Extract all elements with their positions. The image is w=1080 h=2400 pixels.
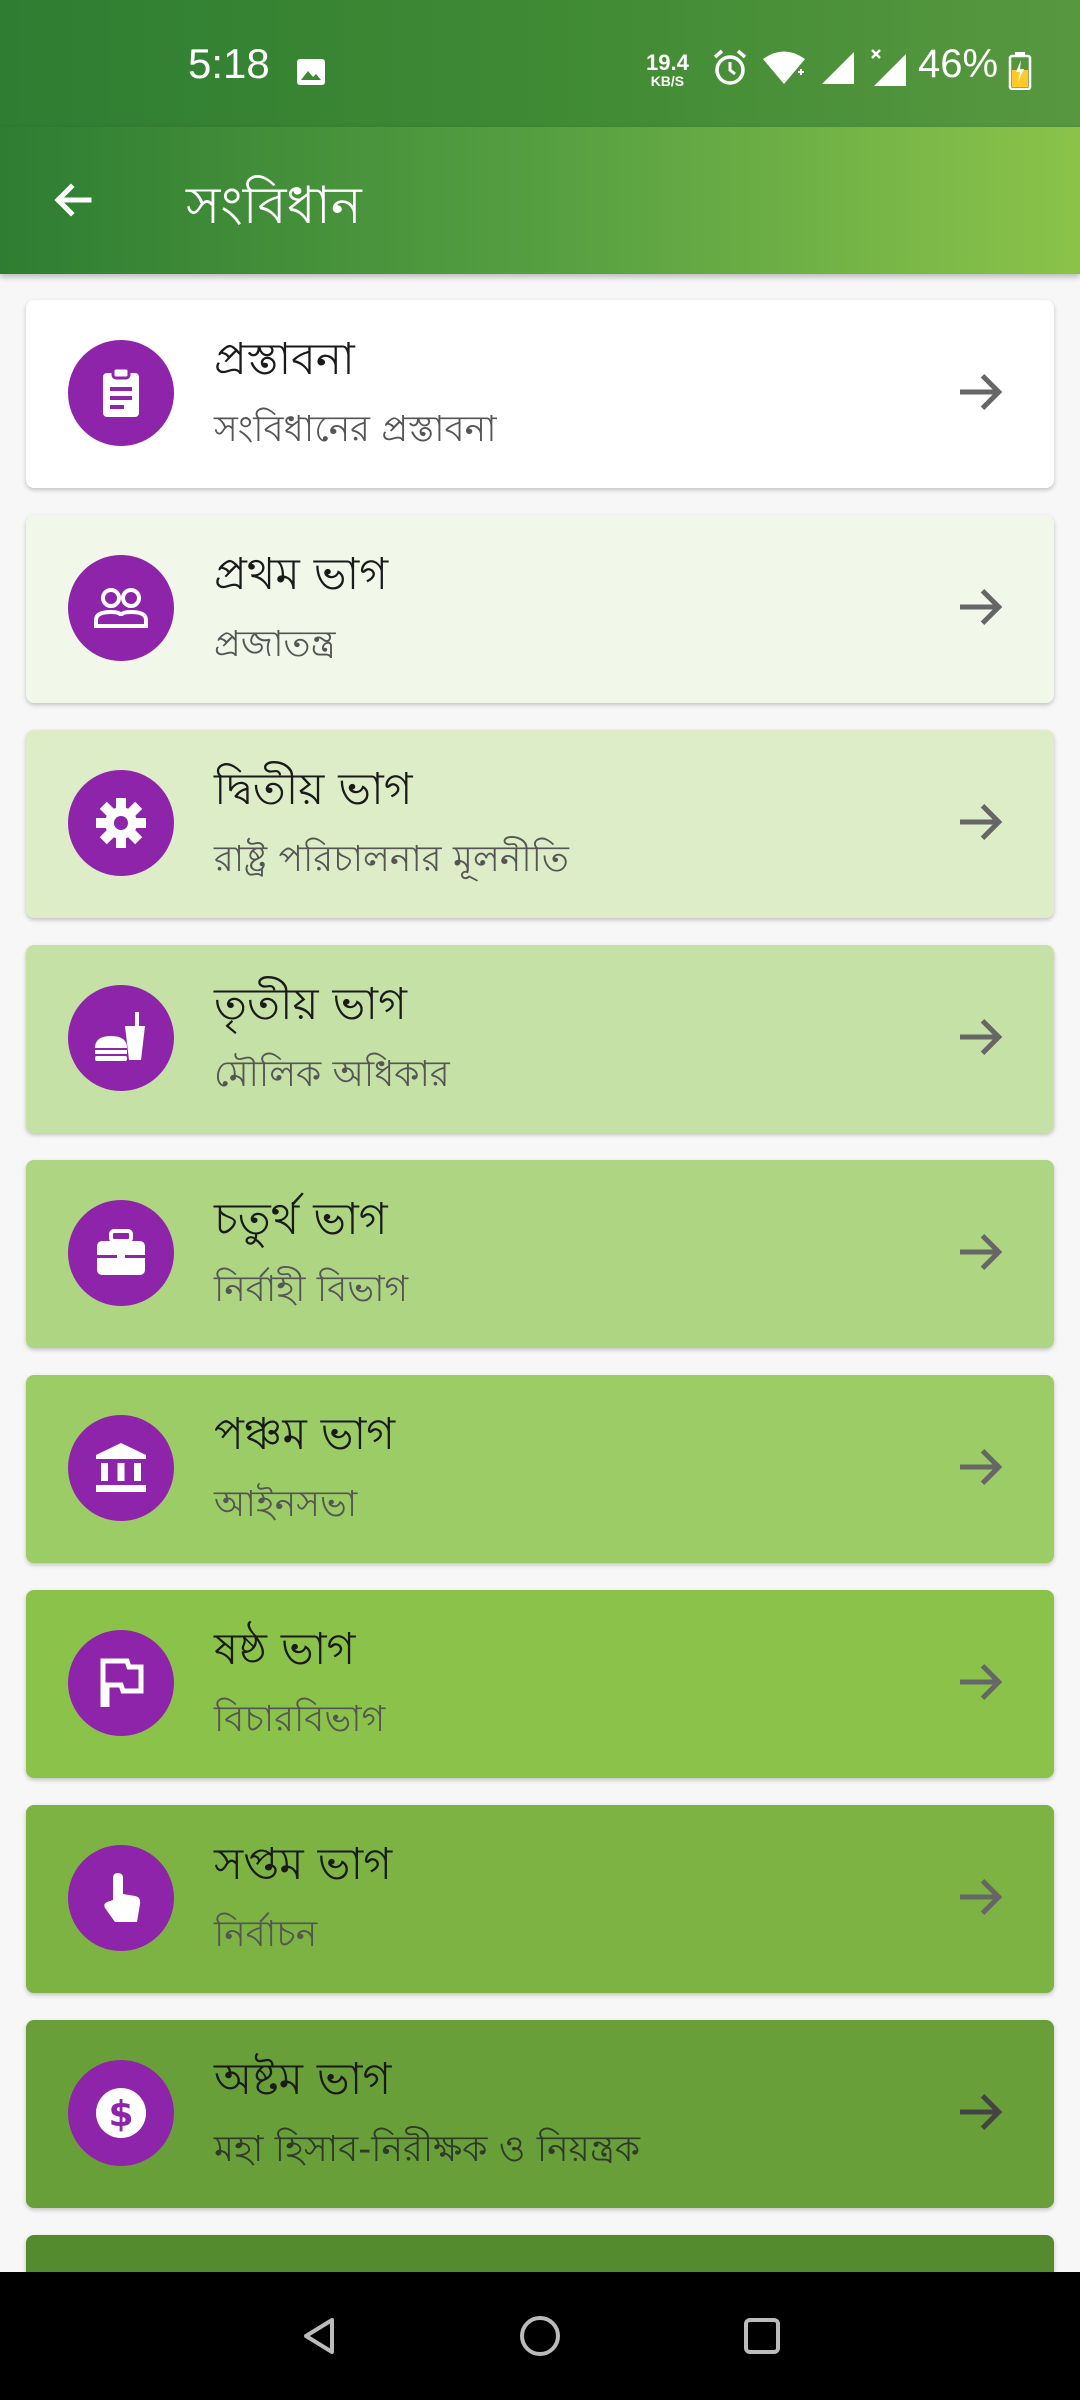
list-item-part-8[interactable]: $ অষ্টম ভাগ মহা হিসাব-নিরীক্ষক ও নিয়ন্ত… [26, 2020, 1054, 2208]
battery-charging-icon [1008, 52, 1032, 94]
bank-icon [68, 1415, 174, 1521]
list-item-subtitle: রাষ্ট্র পরিচালনার মূলনীতি [214, 839, 569, 880]
list-item-title: চতুর্থ ভাগ [214, 1194, 388, 1245]
list-item-title: পঞ্চম ভাগ [214, 1409, 396, 1460]
image-icon [296, 58, 326, 86]
people-icon [68, 555, 174, 661]
nav-home-button[interactable] [510, 2306, 570, 2366]
arrow-back-icon [54, 183, 92, 217]
list-item-part-7[interactable]: সপ্তম ভাগ নির্বাচন [26, 1805, 1054, 1993]
arrow-forward-icon [960, 2093, 1003, 2131]
system-nav-bar [0, 2272, 1080, 2400]
nav-back-icon [304, 2318, 334, 2354]
arrow-forward-icon [960, 1878, 1003, 1916]
list-item-subtitle: মহা হিসাব-নিরীক্ষক ও নিয়ন্ত্রক [214, 2129, 641, 2170]
back-button[interactable] [40, 167, 106, 233]
arrow-forward-icon [960, 1233, 1003, 1271]
list-item-subtitle: মৌলিক অধিকার [214, 1054, 450, 1095]
nav-back-button[interactable] [290, 2306, 350, 2366]
net-speed: 19.4 KB/S [646, 50, 689, 89]
list-item-title: প্রস্তাবনা [214, 334, 355, 385]
touch-icon [68, 1845, 174, 1951]
svg-text:$: $ [108, 2094, 133, 2135]
wifi-icon [762, 50, 806, 90]
nav-recents-button[interactable] [732, 2306, 792, 2366]
page-title: সংবিধান [186, 176, 362, 236]
list-item-part-5[interactable]: পঞ্চম ভাগ আইনসভা [26, 1375, 1054, 1563]
fastfood-icon [68, 985, 174, 1091]
list-item-title: দ্বিতীয় ভাগ [214, 764, 413, 815]
net-speed-value: 19.4 [646, 50, 689, 75]
status-time: 5:18 [188, 40, 270, 87]
list-item-subtitle: প্রজাতন্ত্র [214, 624, 336, 665]
nav-recents-icon [744, 2318, 780, 2354]
net-speed-unit: KB/S [650, 73, 685, 89]
clipboard-icon [68, 340, 174, 446]
alarm-icon [712, 49, 748, 91]
battery-percent: 46% [918, 42, 999, 86]
arrow-forward-icon [960, 803, 1003, 841]
flag-icon [68, 1630, 174, 1736]
list-item-subtitle: বিচারবিভাগ [214, 1699, 386, 1740]
list-item-title: প্রথম ভাগ [214, 549, 389, 600]
list-item-part-4[interactable]: চতুর্থ ভাগ নির্বাহী বিভাগ [26, 1160, 1054, 1348]
list-item-title: অষ্টম ভাগ [214, 2054, 392, 2105]
list-item-title: ষষ্ঠ ভাগ [214, 1624, 356, 1675]
list-item-part-2[interactable]: দ্বিতীয় ভাগ রাষ্ট্র পরিচালনার মূলনীতি [26, 730, 1054, 918]
status-bar: 5:18 19.4 KB/S 46% [0, 0, 1080, 127]
list-item-title: তৃতীয় ভাগ [214, 979, 407, 1030]
arrow-forward-icon [960, 1448, 1003, 1486]
dollar-icon: $ [68, 2060, 174, 2166]
list-item-subtitle: নির্বাচন [214, 1914, 318, 1955]
briefcase-icon [68, 1200, 174, 1306]
list-item-part-1[interactable]: প্রথম ভাগ প্রজাতন্ত্র [26, 515, 1054, 703]
arrow-forward-icon [960, 1663, 1003, 1701]
list-item-part-6[interactable]: ষষ্ঠ ভাগ বিচারবিভাগ [26, 1590, 1054, 1778]
arrow-forward-icon [960, 1018, 1003, 1056]
list-item-subtitle: নির্বাহী বিভাগ [214, 1269, 409, 1310]
arrow-forward-icon [960, 588, 1003, 626]
arrow-forward-icon [960, 373, 1003, 411]
list-item-subtitle: আইনসভা [214, 1484, 358, 1525]
list-item-preamble[interactable]: প্রস্তাবনা সংবিধানের প্রস্তাবনা [26, 300, 1054, 488]
list-item-subtitle: সংবিধানের প্রস্তাবনা [214, 409, 497, 450]
nav-home-icon [520, 2316, 560, 2356]
list-item-part-3[interactable]: তৃতীয় ভাগ মৌলিক অধিকার [26, 945, 1054, 1133]
signal-icon [820, 50, 856, 90]
app-bar: সংবিধান [0, 127, 1080, 274]
list-item-title: সপ্তম ভাগ [214, 1839, 393, 1890]
signal-no-data-icon [870, 48, 910, 92]
gear-icon [68, 770, 174, 876]
